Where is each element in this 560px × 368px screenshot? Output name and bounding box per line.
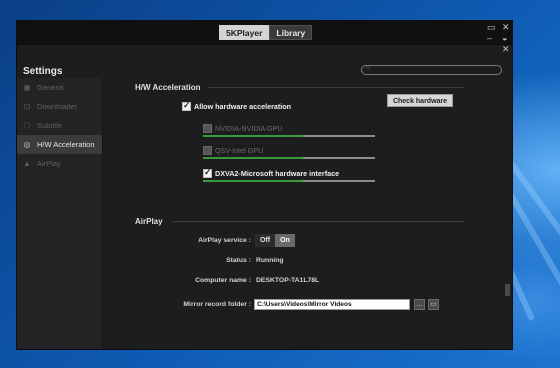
level-fill (203, 157, 303, 159)
airplay-service-label: AirPlay service : (198, 237, 251, 244)
qsv-checkbox[interactable] (203, 146, 212, 155)
sidebar-item-airplay[interactable]: ▲ AirPlay (17, 154, 102, 173)
sidebar-item-downloader[interactable]: ⊡ Downloader (17, 97, 102, 116)
hw-option-dxva2: DXVA2-Microsoft hardware interface (203, 167, 340, 178)
status-value: Running (256, 257, 284, 264)
airplay-service-toggle: Off On (255, 234, 295, 247)
folder-icon[interactable]: ▭ (428, 299, 439, 310)
close-icon[interactable]: ✕ (502, 23, 510, 32)
browse-icon[interactable]: … (414, 299, 425, 310)
dxva2-level-bar (203, 180, 375, 182)
computer-name-value: DESKTOP-TA1L78L (256, 277, 320, 284)
sidebar-item-label: Downloader (37, 102, 78, 111)
search-input[interactable]: ○ (361, 64, 502, 75)
title-bar: 5KPlayer Library ▭ ✕ – ◒ (17, 21, 512, 45)
mirror-folder-label: Mirror record folder : (183, 301, 251, 308)
search-icon: ○ (366, 64, 371, 71)
hw-section-title: H/W Acceleration (135, 83, 201, 92)
settings-header: Settings ○ (17, 59, 512, 79)
hw-section-divider (208, 87, 464, 88)
dxva2-label: DXVA2-Microsoft hardware interface (215, 169, 340, 178)
settings-title: Settings (23, 66, 63, 77)
sidebar-item-label: AirPlay (37, 159, 61, 168)
allow-hw-row: Allow hardware acceleration (182, 100, 292, 111)
hw-option-nvidia: NVIDIA-NVIDIA GPU (203, 124, 283, 133)
sidebar-item-label: Subtitle (37, 121, 63, 130)
gear-icon: ▣ (23, 83, 31, 92)
airplay-on-button[interactable]: On (275, 234, 295, 247)
sidebar-item-general[interactable]: ▣ General (17, 78, 102, 97)
minimize-icon[interactable]: ▭ (487, 23, 496, 32)
dropdown-icon[interactable]: ◒ (502, 34, 507, 43)
airplay-off-button[interactable]: Off (255, 234, 276, 247)
qsv-label: QSV-Intel GPU (215, 146, 264, 155)
app-window: 5KPlayer Library ▭ ✕ – ◒ ✕ Settings ○ ▣ … (16, 20, 513, 350)
check-hardware-button[interactable]: Check hardware (387, 94, 453, 107)
settings-content: H/W Acceleration Allow hardware accelera… (103, 78, 512, 349)
sidebar-item-subtitle[interactable]: ⬡ Subtitle (17, 116, 102, 135)
tab-5kplayer[interactable]: 5KPlayer (219, 25, 270, 40)
qsv-level-bar (203, 157, 375, 159)
nvidia-label: NVIDIA-NVIDIA GPU (215, 124, 283, 133)
settings-close-icon[interactable]: ✕ (502, 45, 510, 54)
sidebar-item-label: H/W Acceleration (37, 140, 95, 149)
tab-library[interactable]: Library (269, 25, 313, 40)
dxva2-checkbox[interactable] (203, 167, 212, 178)
main-tab-switcher: 5KPlayer Library (219, 25, 313, 40)
hw-option-qsv: QSV-Intel GPU (203, 146, 263, 155)
computer-name-label: Computer name : (195, 277, 251, 284)
sidebar-item-hw-acceleration[interactable]: ◎ H/W Acceleration (17, 135, 102, 154)
settings-sidebar: ▣ General ⊡ Downloader ⬡ Subtitle ◎ H/W … (17, 78, 103, 349)
status-label: Status : (226, 257, 251, 264)
airplay-icon: ▲ (23, 159, 31, 168)
airplay-section-divider (173, 221, 464, 222)
nvidia-checkbox[interactable] (203, 124, 212, 133)
mirror-folder-input[interactable]: C:\Users\Videos\Mirror Videos (254, 299, 410, 310)
level-fill (203, 135, 303, 137)
nvidia-level-bar (203, 135, 375, 137)
sidebar-item-label: General (37, 83, 64, 92)
airplay-section-title: AirPlay (135, 217, 163, 226)
allow-hw-label: Allow hardware acceleration (194, 102, 292, 111)
download-icon: ⊡ (23, 102, 31, 111)
content-scrollbar-thumb[interactable] (505, 284, 510, 296)
subtitle-icon: ⬡ (23, 121, 31, 130)
maximize-icon[interactable]: – (487, 34, 492, 43)
hw-acceleration-icon: ◎ (23, 140, 31, 149)
allow-hw-checkbox[interactable] (182, 100, 191, 111)
level-fill (203, 180, 303, 182)
